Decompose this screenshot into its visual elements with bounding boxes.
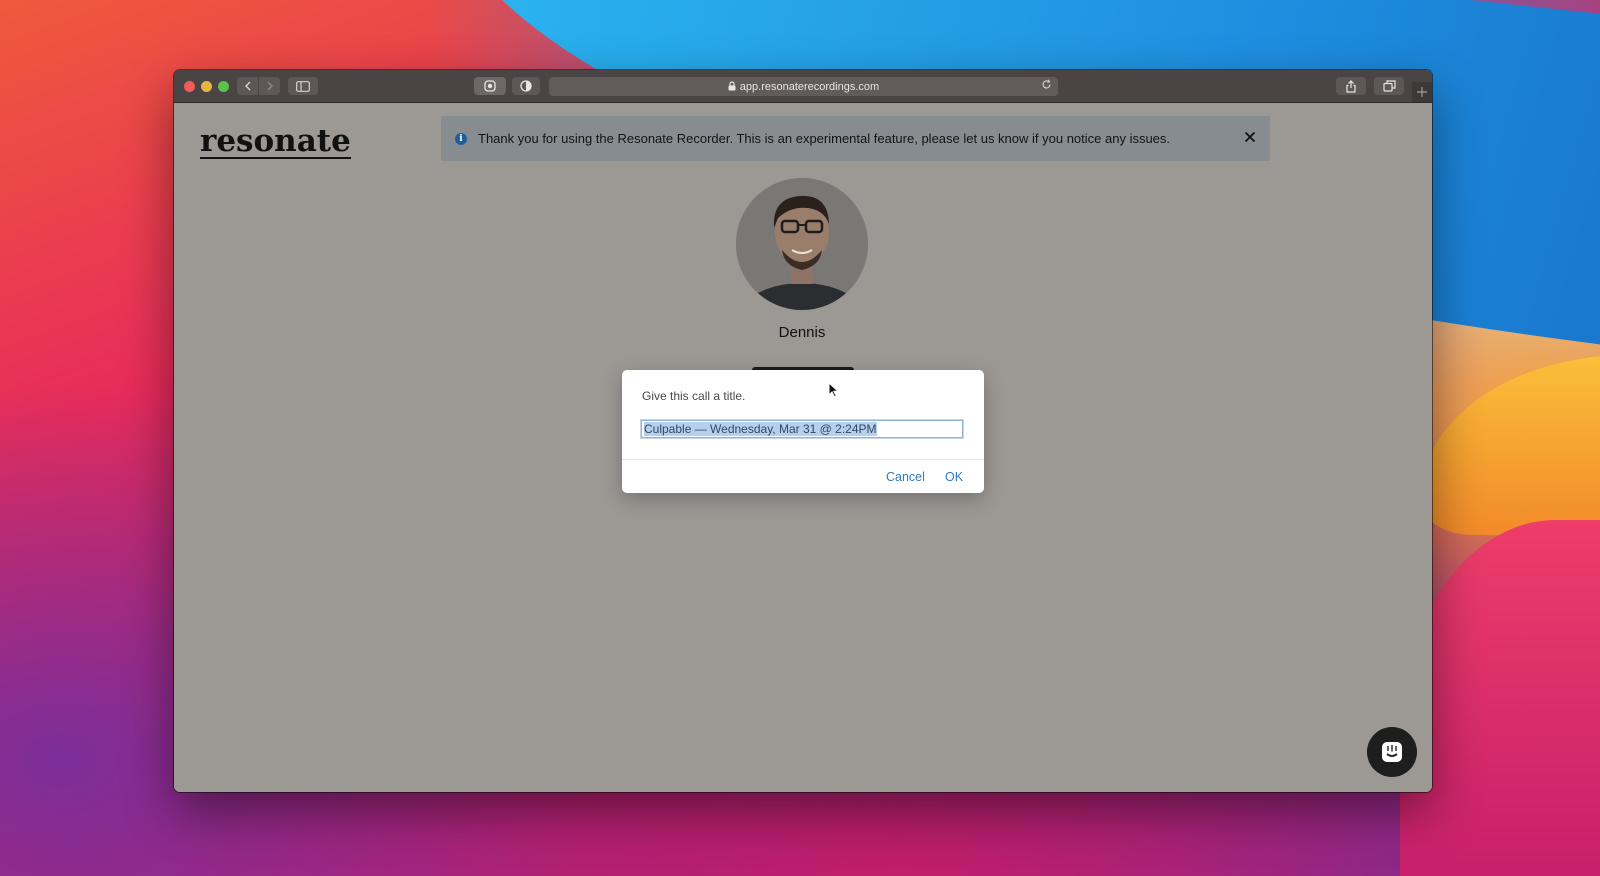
cancel-button[interactable]: Cancel	[886, 470, 925, 484]
privacy-extension-button[interactable]	[512, 77, 540, 95]
page-content: resonate i Thank you for using the Reson…	[174, 103, 1432, 792]
chevron-right-icon	[267, 81, 273, 91]
chevron-left-icon	[244, 81, 250, 91]
notification-banner: i Thank you for using the Resonate Recor…	[441, 116, 1270, 161]
browser-toolbar: app.resonaterecordings.com	[174, 70, 1432, 103]
chat-icon	[1382, 742, 1402, 762]
ok-button[interactable]: OK	[945, 470, 963, 484]
plus-icon	[1417, 87, 1427, 97]
url-text: app.resonaterecordings.com	[739, 80, 880, 93]
info-icon: i	[455, 132, 467, 145]
call-title-input[interactable]: Culpable — Wednesday, Mar 31 @ 2:24PM	[641, 420, 963, 438]
window-close-button[interactable]	[184, 81, 195, 92]
share-button[interactable]	[1336, 77, 1366, 95]
share-icon	[1346, 79, 1356, 93]
extension-button[interactable]	[474, 77, 506, 95]
call-title-value: Culpable — Wednesday, Mar 31 @ 2:24PM	[644, 422, 877, 436]
show-tabs-button[interactable]	[1374, 77, 1404, 95]
profile-name: Dennis	[778, 324, 826, 341]
window-maximize-button[interactable]	[218, 81, 229, 92]
sidebar-toggle-button[interactable]	[288, 77, 318, 95]
reload-icon[interactable]	[1041, 79, 1052, 93]
half-circle-icon	[520, 80, 532, 92]
record-extension-icon	[484, 80, 496, 92]
avatar	[736, 178, 868, 310]
prompt-dialog: Give this call a title. Culpable — Wedne…	[622, 370, 984, 493]
back-button[interactable]	[237, 77, 258, 95]
mouse-pointer-icon	[828, 381, 840, 403]
wallpaper-orange-wave	[1420, 355, 1600, 535]
chat-launcher-button[interactable]	[1367, 727, 1417, 777]
sidebar-icon	[296, 80, 310, 92]
new-tab-button[interactable]	[1412, 82, 1432, 102]
resonate-logo[interactable]: resonate	[200, 125, 351, 159]
browser-window: app.resonaterecordings.com resonate i Th…	[174, 70, 1432, 792]
tabs-overview-icon	[1382, 80, 1396, 92]
lock-icon	[728, 80, 736, 93]
window-minimize-button[interactable]	[201, 81, 212, 92]
address-bar[interactable]: app.resonaterecordings.com	[549, 77, 1058, 96]
dialog-message: Give this call a title.	[642, 389, 746, 403]
close-icon[interactable]	[1244, 127, 1256, 147]
dialog-divider	[622, 459, 984, 460]
forward-button[interactable]	[259, 77, 280, 95]
banner-message: Thank you for using the Resonate Recorde…	[478, 131, 1171, 146]
